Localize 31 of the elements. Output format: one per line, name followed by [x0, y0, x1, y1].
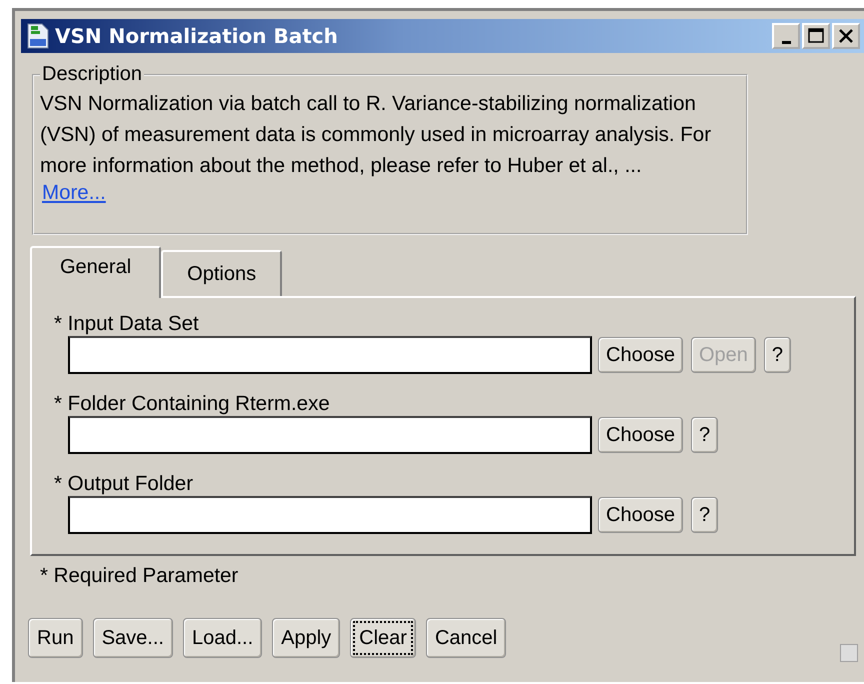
button[interactable]: Save... — [92, 618, 173, 658]
button[interactable]: ? — [764, 337, 791, 373]
button[interactable]: Choose — [598, 417, 683, 453]
maximize-button[interactable] — [802, 23, 830, 49]
required-note: * Required Parameter — [40, 564, 240, 588]
field-label: * Output Folder — [54, 472, 194, 496]
button[interactable]: Cancel — [426, 618, 506, 658]
button[interactable]: Clear — [350, 618, 416, 658]
minimize-button[interactable] — [772, 23, 800, 49]
button[interactable]: Apply — [272, 618, 340, 658]
button[interactable]: Choose — [598, 497, 683, 533]
button[interactable]: ? — [690, 497, 718, 533]
input-field[interactable] — [68, 336, 592, 374]
window-title: VSN Normalization Batch — [55, 24, 339, 48]
more-link[interactable]: More... — [42, 181, 106, 205]
input-field[interactable] — [68, 416, 592, 454]
tab[interactable]: Options — [161, 250, 282, 296]
group-label: Description — [41, 63, 144, 86]
close-button[interactable] — [832, 23, 860, 49]
document-icon — [27, 23, 49, 49]
field-label: * Folder Containing Rterm.exe — [54, 392, 331, 416]
minimize-icon — [782, 40, 790, 44]
button[interactable]: Load... — [182, 618, 262, 658]
button[interactable]: ? — [690, 417, 718, 453]
description-text: VSN Normalization via batch call to R. Variance-stabilizing normalization (VSN) of measurement data is commonly used in microarray analysis. For more information about the method, please refer to Huber et al., ... — [40, 91, 712, 179]
button[interactable]: Choose — [598, 337, 683, 373]
tab[interactable]: General — [30, 246, 162, 298]
resize-grip[interactable] — [840, 644, 858, 662]
input-field[interactable] — [68, 496, 592, 534]
field-label: * Input Data Set — [54, 312, 200, 336]
button[interactable]: Run — [28, 618, 83, 658]
